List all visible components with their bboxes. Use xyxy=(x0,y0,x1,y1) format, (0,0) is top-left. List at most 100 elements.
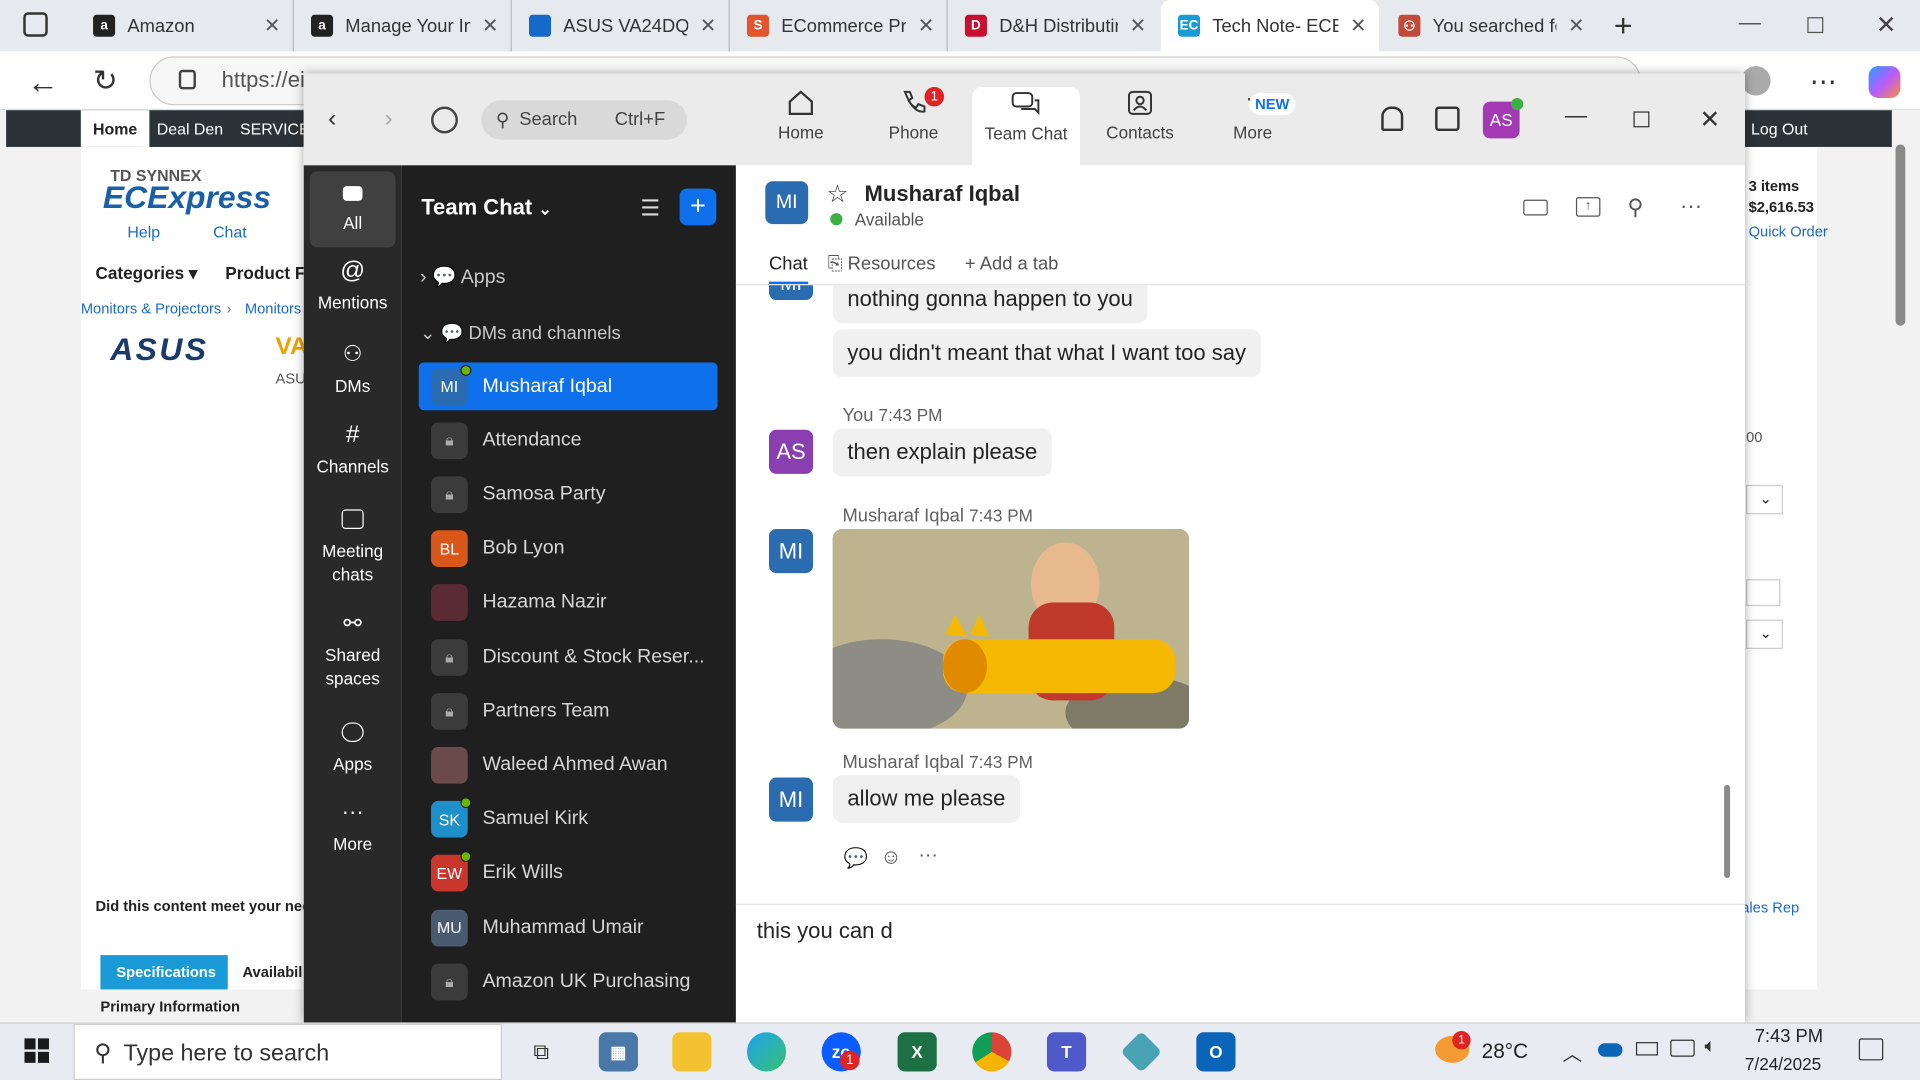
contact-avatar[interactable]: MI xyxy=(765,181,809,225)
minimize-icon[interactable]: — xyxy=(1565,103,1587,129)
chat-list-item[interactable]: SK Samuel Kirk xyxy=(419,795,718,843)
chat-list-item[interactable]: BL Bob Lyon xyxy=(419,525,718,573)
close-tab-icon[interactable]: ✕ xyxy=(264,13,280,37)
maximize-icon[interactable] xyxy=(1633,111,1650,128)
close-tab-icon[interactable]: ✕ xyxy=(918,13,934,37)
notifications-icon[interactable] xyxy=(1858,1038,1884,1061)
dms-section[interactable]: ⌄ 💬 DMs and channels xyxy=(420,322,621,344)
rail-all[interactable]: All xyxy=(309,171,396,248)
site-chat-link[interactable]: Chat xyxy=(213,223,247,241)
message-bubble[interactable]: you didn't meant that what I want too sa… xyxy=(832,329,1261,378)
volume-icon[interactable]: 🔈︎ xyxy=(1705,1036,1717,1058)
chat-list-item[interactable]: MI Musharaf Iqbal xyxy=(418,362,718,411)
close-browser-icon[interactable]: ✕ xyxy=(1876,10,1897,41)
chat-list-item[interactable]: Hazama Nazir xyxy=(419,579,718,627)
site-quick-order[interactable]: Quick Order xyxy=(1749,223,1828,240)
close-tab-icon[interactable]: ✕ xyxy=(700,13,716,37)
browser-tab[interactable]: a Manage Your In ✕ xyxy=(294,0,512,52)
outlook-icon[interactable]: O xyxy=(1196,1032,1236,1072)
site-availability-tab[interactable]: Availabil xyxy=(242,964,302,981)
browser-tab-active[interactable]: EC Tech Note- ECE ✕ xyxy=(1160,0,1379,52)
forward-arrow-icon[interactable]: › xyxy=(384,105,392,133)
browser-tab[interactable]: ⚇ You searched fo ✕ xyxy=(1381,0,1597,51)
close-tab-icon[interactable]: ✕ xyxy=(1350,13,1366,37)
notification-bell-icon[interactable] xyxy=(1381,106,1404,132)
site-dropdown[interactable]: ⌄ xyxy=(1746,484,1783,515)
share-screen-icon[interactable]: ↑ xyxy=(1575,197,1601,217)
back-arrow-icon[interactable]: ‹ xyxy=(328,105,336,133)
onedrive-icon[interactable] xyxy=(1597,1043,1623,1057)
rail-more[interactable]: ··· More xyxy=(310,800,396,856)
browser-tab[interactable]: S ECommerce Pro ✕ xyxy=(730,0,948,52)
site-help-link[interactable]: Help xyxy=(127,223,160,241)
tab-add[interactable]: + Add a tab xyxy=(965,253,1058,274)
profile-avatar[interactable] xyxy=(1741,66,1771,96)
network-icon[interactable] xyxy=(1670,1039,1695,1057)
chat-list-item[interactable]: 🔒︎ Partners Team xyxy=(419,687,718,735)
chat-list-item[interactable]: 🔒︎ Samosa Party xyxy=(419,471,718,519)
rail-dms[interactable]: ⚇ DMs xyxy=(310,342,396,398)
rail-meeting-chats[interactable]: Meeting chats xyxy=(310,506,396,587)
nav-home[interactable]: Home xyxy=(746,88,856,157)
tab-resources[interactable]: ⎘ Resources xyxy=(828,253,936,274)
battery-icon[interactable] xyxy=(1635,1042,1658,1056)
chat-list-item[interactable]: 🔒︎ Attendance xyxy=(419,417,718,465)
windows-start-icon[interactable] xyxy=(24,1038,49,1063)
site-cart-items[interactable]: 3 items xyxy=(1749,178,1800,195)
contact-name[interactable]: Musharaf Iqbal xyxy=(864,181,1020,207)
site-sales-rep-link[interactable]: ales Rep xyxy=(1741,899,1799,916)
site-logo[interactable]: ECExpress xyxy=(103,179,271,217)
nav-phone[interactable]: Phone 1 xyxy=(858,86,968,157)
close-window-icon[interactable]: ✕ xyxy=(1700,104,1721,135)
chat-list-item[interactable]: 🔒︎ Discount & Stock Reser... xyxy=(419,633,718,681)
excel-icon[interactable]: X xyxy=(897,1032,937,1072)
browser-menu-icon[interactable]: ⋯ xyxy=(1810,66,1837,98)
video-call-icon[interactable] xyxy=(1523,199,1548,216)
chat-list-item[interactable]: 🔒︎ Amazon UK Purchasing xyxy=(419,958,718,1006)
apps-section[interactable]: › 💬 Apps xyxy=(420,264,505,288)
site-categories-menu[interactable]: Categories ▾ xyxy=(96,263,198,284)
nav-contacts[interactable]: Contacts xyxy=(1085,88,1195,157)
message-compose-input[interactable]: this you can d xyxy=(757,918,1724,967)
teams-icon[interactable]: T xyxy=(1046,1032,1087,1072)
close-tab-icon[interactable]: ✕ xyxy=(1130,13,1146,37)
gif-image[interactable] xyxy=(832,528,1189,729)
search-box[interactable]: ⚲ Search Ctrl+F xyxy=(481,100,687,140)
browser-tab[interactable]: ASUS VA24DQ 2✕ xyxy=(512,0,730,52)
site-breadcrumb-2[interactable]: Monitors xyxy=(245,300,301,317)
user-avatar[interactable]: AS xyxy=(1482,97,1524,139)
browser-tab[interactable]: D D&H Distributir ✕ xyxy=(948,0,1159,51)
rail-channels[interactable]: # Channels xyxy=(310,422,396,479)
rail-shared-spaces[interactable]: ⚯ Shared spaces xyxy=(310,612,396,690)
tab-chat[interactable]: Chat xyxy=(768,253,808,285)
site-spec-tab[interactable]: Specifications xyxy=(100,955,228,990)
history-icon[interactable] xyxy=(431,106,458,134)
site-logout-link[interactable]: Log Out xyxy=(1751,120,1808,138)
message-scrollbar[interactable] xyxy=(1724,784,1731,878)
file-explorer-icon[interactable] xyxy=(672,1032,712,1072)
taskbar-search-box[interactable]: ⚲ Type here to search xyxy=(73,1023,503,1080)
clock-date[interactable]: 7/24/2025 xyxy=(1745,1054,1821,1074)
edge-icon[interactable] xyxy=(746,1032,787,1072)
nav-team-chat[interactable]: Team Chat xyxy=(972,86,1081,166)
tab-actions-icon[interactable] xyxy=(23,12,48,37)
site-dropdown[interactable]: ⌄ xyxy=(1746,619,1783,649)
message-more-icon[interactable]: ··· xyxy=(918,845,938,867)
chat-list-item[interactable]: Waleed Ahmed Awan xyxy=(419,741,718,789)
weather-temp[interactable]: 28°C xyxy=(1482,1040,1529,1064)
tray-chevron-icon[interactable]: ︿ xyxy=(1562,1037,1582,1066)
message-bubble[interactable]: nothing gonna happen to you xyxy=(832,285,1148,324)
back-icon[interactable]: ← xyxy=(27,64,59,102)
close-tab-icon[interactable]: ✕ xyxy=(1568,13,1584,37)
site-breadcrumb-1[interactable]: Monitors & Projectors xyxy=(81,300,221,317)
site-product-finder[interactable]: Product Fi xyxy=(225,263,310,283)
site-field[interactable] xyxy=(1746,579,1781,607)
rail-apps[interactable]: Apps xyxy=(310,719,396,777)
page-scrollbar[interactable] xyxy=(1895,144,1906,326)
message-bubble[interactable]: then explain please xyxy=(832,428,1052,477)
close-tab-icon[interactable]: ✕ xyxy=(482,13,498,37)
chrome-icon[interactable] xyxy=(972,1032,1012,1072)
copilot-icon[interactable] xyxy=(1868,66,1901,98)
filter-icon[interactable]: ☰ xyxy=(640,196,660,222)
browser-tab[interactable]: a Amazon ✕ xyxy=(76,0,294,52)
